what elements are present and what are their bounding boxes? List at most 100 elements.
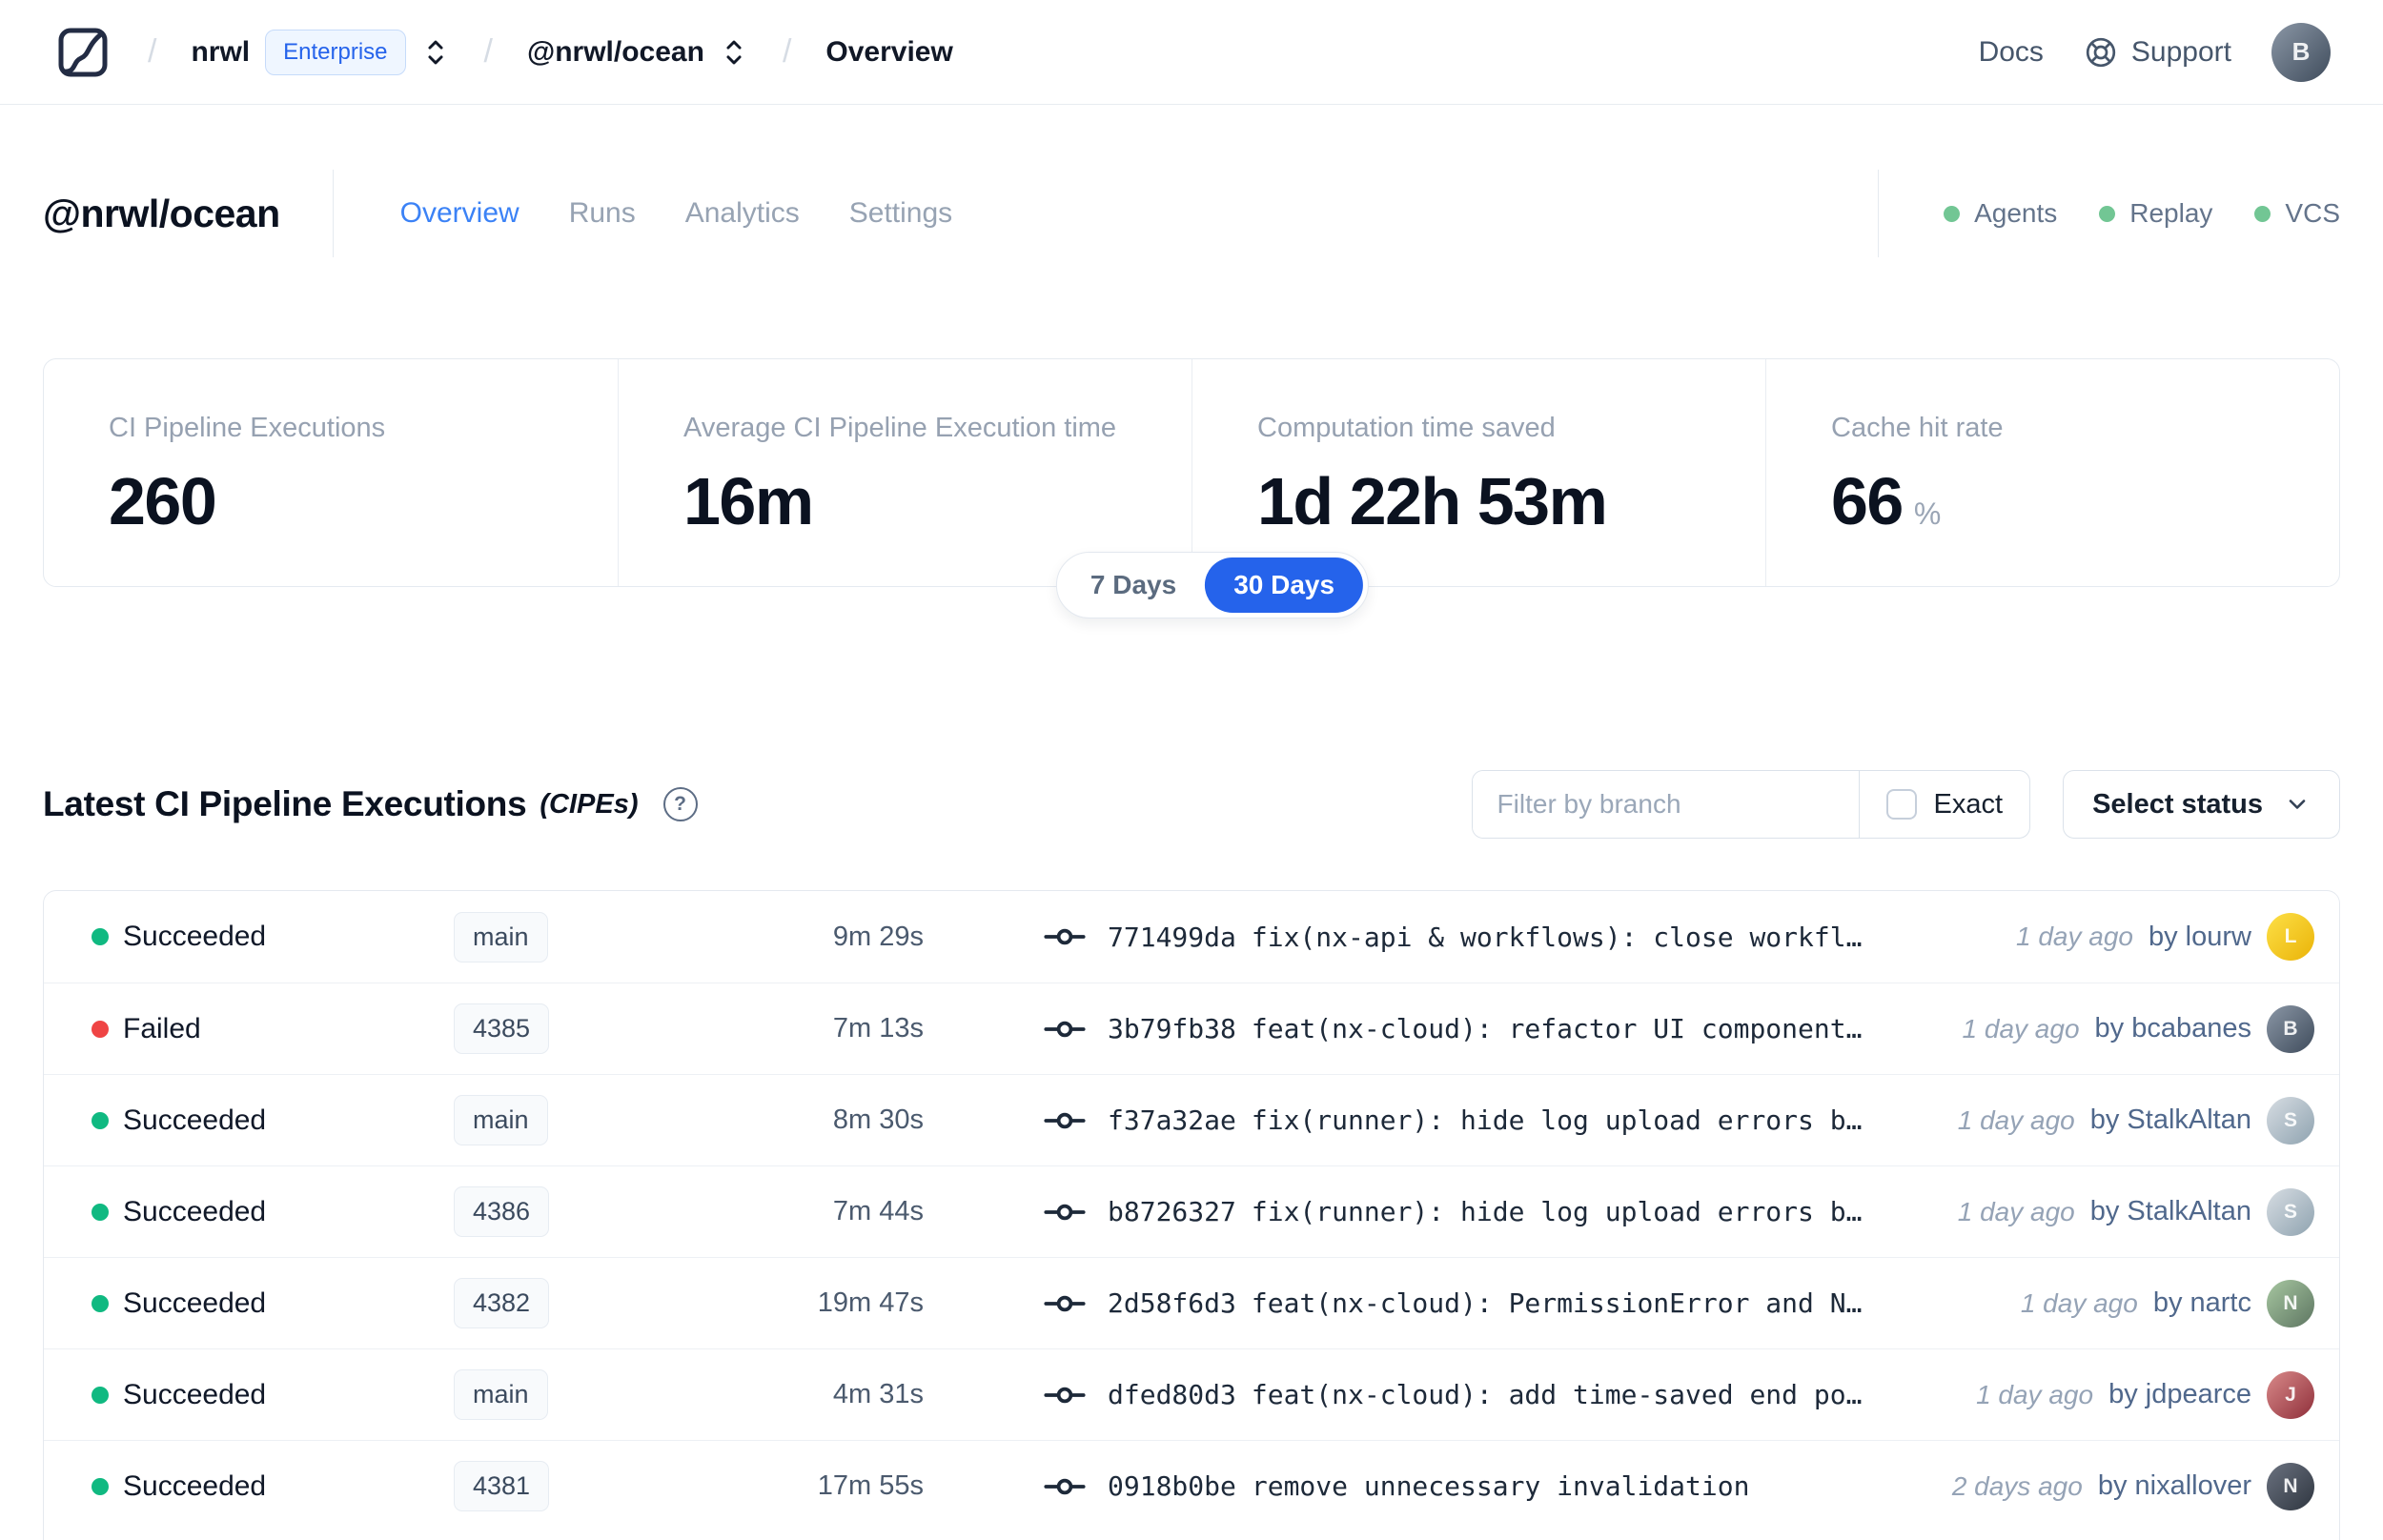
exact-filter: Exact <box>1858 771 2030 838</box>
branch-badge[interactable]: main <box>454 1095 548 1145</box>
commit-cell[interactable]: f37a32ae fix(runner): hide log upload err… <box>924 1104 1958 1136</box>
help-icon[interactable]: ? <box>662 787 698 821</box>
commit-cell[interactable]: 0918b0be remove unnecessary invalidation <box>924 1470 1952 1502</box>
chevron-up-down-icon[interactable] <box>421 36 450 69</box>
time-ago: 1 day ago <box>2020 1287 2138 1318</box>
time-ago: 1 day ago <box>1957 1104 2075 1135</box>
status-cell: Succeeded <box>92 1196 454 1228</box>
author-avatar[interactable]: L <box>2267 913 2314 961</box>
git-commit-icon <box>1044 928 1086 945</box>
stat-ci-pipeline-executions: CI Pipeline Executions 260 <box>44 359 618 586</box>
tab-analytics[interactable]: Analytics <box>685 197 800 230</box>
commit-message: fix(nx-api & workflows): close workfl… <box>1251 921 1863 953</box>
stat-label: CI Pipeline Executions <box>109 413 386 443</box>
divider <box>1878 170 1880 257</box>
status-dot-icon <box>1944 205 1961 222</box>
author-avatar[interactable]: S <box>2267 1187 2314 1236</box>
duration-value: 9m 29s <box>832 921 924 952</box>
tab-overview[interactable]: Overview <box>400 197 519 230</box>
branch-badge[interactable]: 4382 <box>454 1278 550 1328</box>
commit-meta: 1 day ago by bcabanes B <box>1963 1004 2314 1053</box>
breadcrumb-separator: / <box>148 33 157 70</box>
status-label: Failed <box>123 1012 201 1044</box>
branch-filter-group: Exact <box>1471 770 2031 839</box>
status-cell: Failed <box>92 1013 454 1045</box>
exact-label: Exact <box>1933 788 2004 820</box>
exact-checkbox[interactable] <box>1885 789 1917 820</box>
status-label: Succeeded <box>123 1378 267 1410</box>
branch-badge[interactable]: main <box>454 911 548 962</box>
commit-cell[interactable]: 2d58f6d3 feat(nx-cloud): PermissionError … <box>924 1287 2021 1319</box>
tab-settings[interactable]: Settings <box>849 197 952 230</box>
range-option-7-days[interactable]: 7 Days <box>1062 557 1205 613</box>
cipe-table-row[interactable]: Succeeded 4386 7m 44s b8726327 fix(runner… <box>44 1165 2339 1257</box>
cipe-table-row[interactable]: Succeeded main 9m 29s 771499da fix(nx-api… <box>44 891 2339 983</box>
commit-cell[interactable]: b8726327 fix(runner): hide log upload err… <box>924 1196 1958 1227</box>
nx-cloud-logo[interactable] <box>52 22 113 83</box>
status-label: Succeeded <box>123 921 267 952</box>
enterprise-badge: Enterprise <box>265 29 406 75</box>
status-label: Succeeded <box>123 1195 267 1227</box>
status-label: Succeeded <box>123 1104 267 1136</box>
branch-badge[interactable]: main <box>454 1369 548 1420</box>
author-name: by lourw <box>2149 921 2251 952</box>
git-commit-icon <box>1044 1204 1086 1220</box>
user-avatar[interactable]: B <box>2271 22 2331 82</box>
status-cell: Succeeded <box>92 921 454 953</box>
workspace-tabs: Overview Runs Analytics Settings <box>400 197 953 230</box>
commit-cell[interactable]: 771499da fix(nx-api & workflows): close w… <box>924 922 2016 953</box>
author-avatar[interactable]: N <box>2267 1279 2314 1327</box>
branch-badge[interactable]: 4381 <box>454 1461 550 1511</box>
stat-cache-hit-rate: Cache hit rate 66% <box>1765 359 2339 586</box>
author-avatar[interactable]: J <box>2267 1370 2314 1419</box>
support-link[interactable]: Support <box>2084 35 2231 70</box>
time-ago: 2 days ago <box>1951 1470 2083 1501</box>
indicator-replay[interactable]: Replay <box>2099 198 2212 229</box>
duration-value: 17m 55s <box>817 1470 924 1501</box>
select-status-dropdown[interactable]: Select status <box>2063 770 2340 839</box>
stat-value: 66 <box>1831 464 1904 538</box>
commit-text: 2d58f6d3 feat(nx-cloud): PermissionError … <box>1108 1287 1862 1319</box>
workspace-switcher[interactable]: @nrwl/ocean <box>527 36 748 69</box>
branch-badge[interactable]: 4385 <box>454 1003 550 1054</box>
docs-link[interactable]: Docs <box>1979 36 2044 69</box>
support-label: Support <box>2130 35 2231 68</box>
stat-label: Cache hit rate <box>1831 413 2004 443</box>
cipe-table-row[interactable]: Failed 4385 7m 13s 3b79fb38 feat(nx-cloud… <box>44 983 2339 1074</box>
author-avatar[interactable]: B <box>2267 1004 2314 1053</box>
cipe-table-row[interactable]: Succeeded main 4m 31s dfed80d3 feat(nx-cl… <box>44 1348 2339 1440</box>
author-avatar[interactable]: S <box>2267 1096 2314 1145</box>
commit-hash: b8726327 <box>1108 1196 1236 1227</box>
commit-meta: 1 day ago by lourw L <box>2016 913 2314 961</box>
divider <box>332 170 334 257</box>
indicator-agents[interactable]: Agents <box>1944 198 2057 229</box>
duration-value: 19m 47s <box>817 1287 924 1318</box>
commit-text: dfed80d3 feat(nx-cloud): add time-saved e… <box>1108 1379 1862 1410</box>
author-avatar[interactable]: N <box>2267 1462 2314 1510</box>
commit-text: 0918b0be remove unnecessary invalidation <box>1108 1470 1749 1502</box>
stat-value: 260 <box>109 464 217 538</box>
author-name: by nartc <box>2152 1287 2251 1318</box>
cipe-section-header: Latest CI Pipeline Executions (CIPEs) ? … <box>43 766 2340 842</box>
range-option-30-days[interactable]: 30 Days <box>1205 557 1364 613</box>
cipe-table-row[interactable]: Succeeded 4382 19m 47s 2d58f6d3 feat(nx-c… <box>44 1257 2339 1348</box>
commit-cell[interactable]: dfed80d3 feat(nx-cloud): add time-saved e… <box>924 1379 1976 1410</box>
chevron-down-icon <box>2289 800 2306 809</box>
status-cell: Succeeded <box>92 1379 454 1411</box>
chevron-up-down-icon[interactable] <box>720 36 748 69</box>
author-name: by StalkAltan <box>2089 1104 2251 1135</box>
git-commit-icon <box>1044 1021 1086 1037</box>
author-name: by bcabanes <box>2094 1013 2251 1044</box>
indicator-vcs[interactable]: VCS <box>2254 198 2340 229</box>
cipe-table-row[interactable]: Succeeded 4381 17m 55s 0918b0be remove un… <box>44 1440 2339 1531</box>
commit-hash: 2d58f6d3 <box>1108 1287 1236 1319</box>
cipe-table-row[interactable]: Succeeded main 8m 30s f37a32ae fix(runner… <box>44 1074 2339 1165</box>
commit-message: feat(nx-cloud): refactor UI component… <box>1251 1013 1863 1044</box>
workspace-name: @nrwl/ocean <box>526 35 704 68</box>
branch-filter-input[interactable] <box>1472 771 1859 838</box>
commit-cell[interactable]: 3b79fb38 feat(nx-cloud): refactor UI comp… <box>924 1013 1963 1044</box>
org-switcher[interactable]: nrwl Enterprise <box>191 29 450 75</box>
commit-hash: f37a32ae <box>1108 1104 1236 1136</box>
tab-runs[interactable]: Runs <box>569 197 636 230</box>
branch-badge[interactable]: 4386 <box>454 1186 550 1237</box>
